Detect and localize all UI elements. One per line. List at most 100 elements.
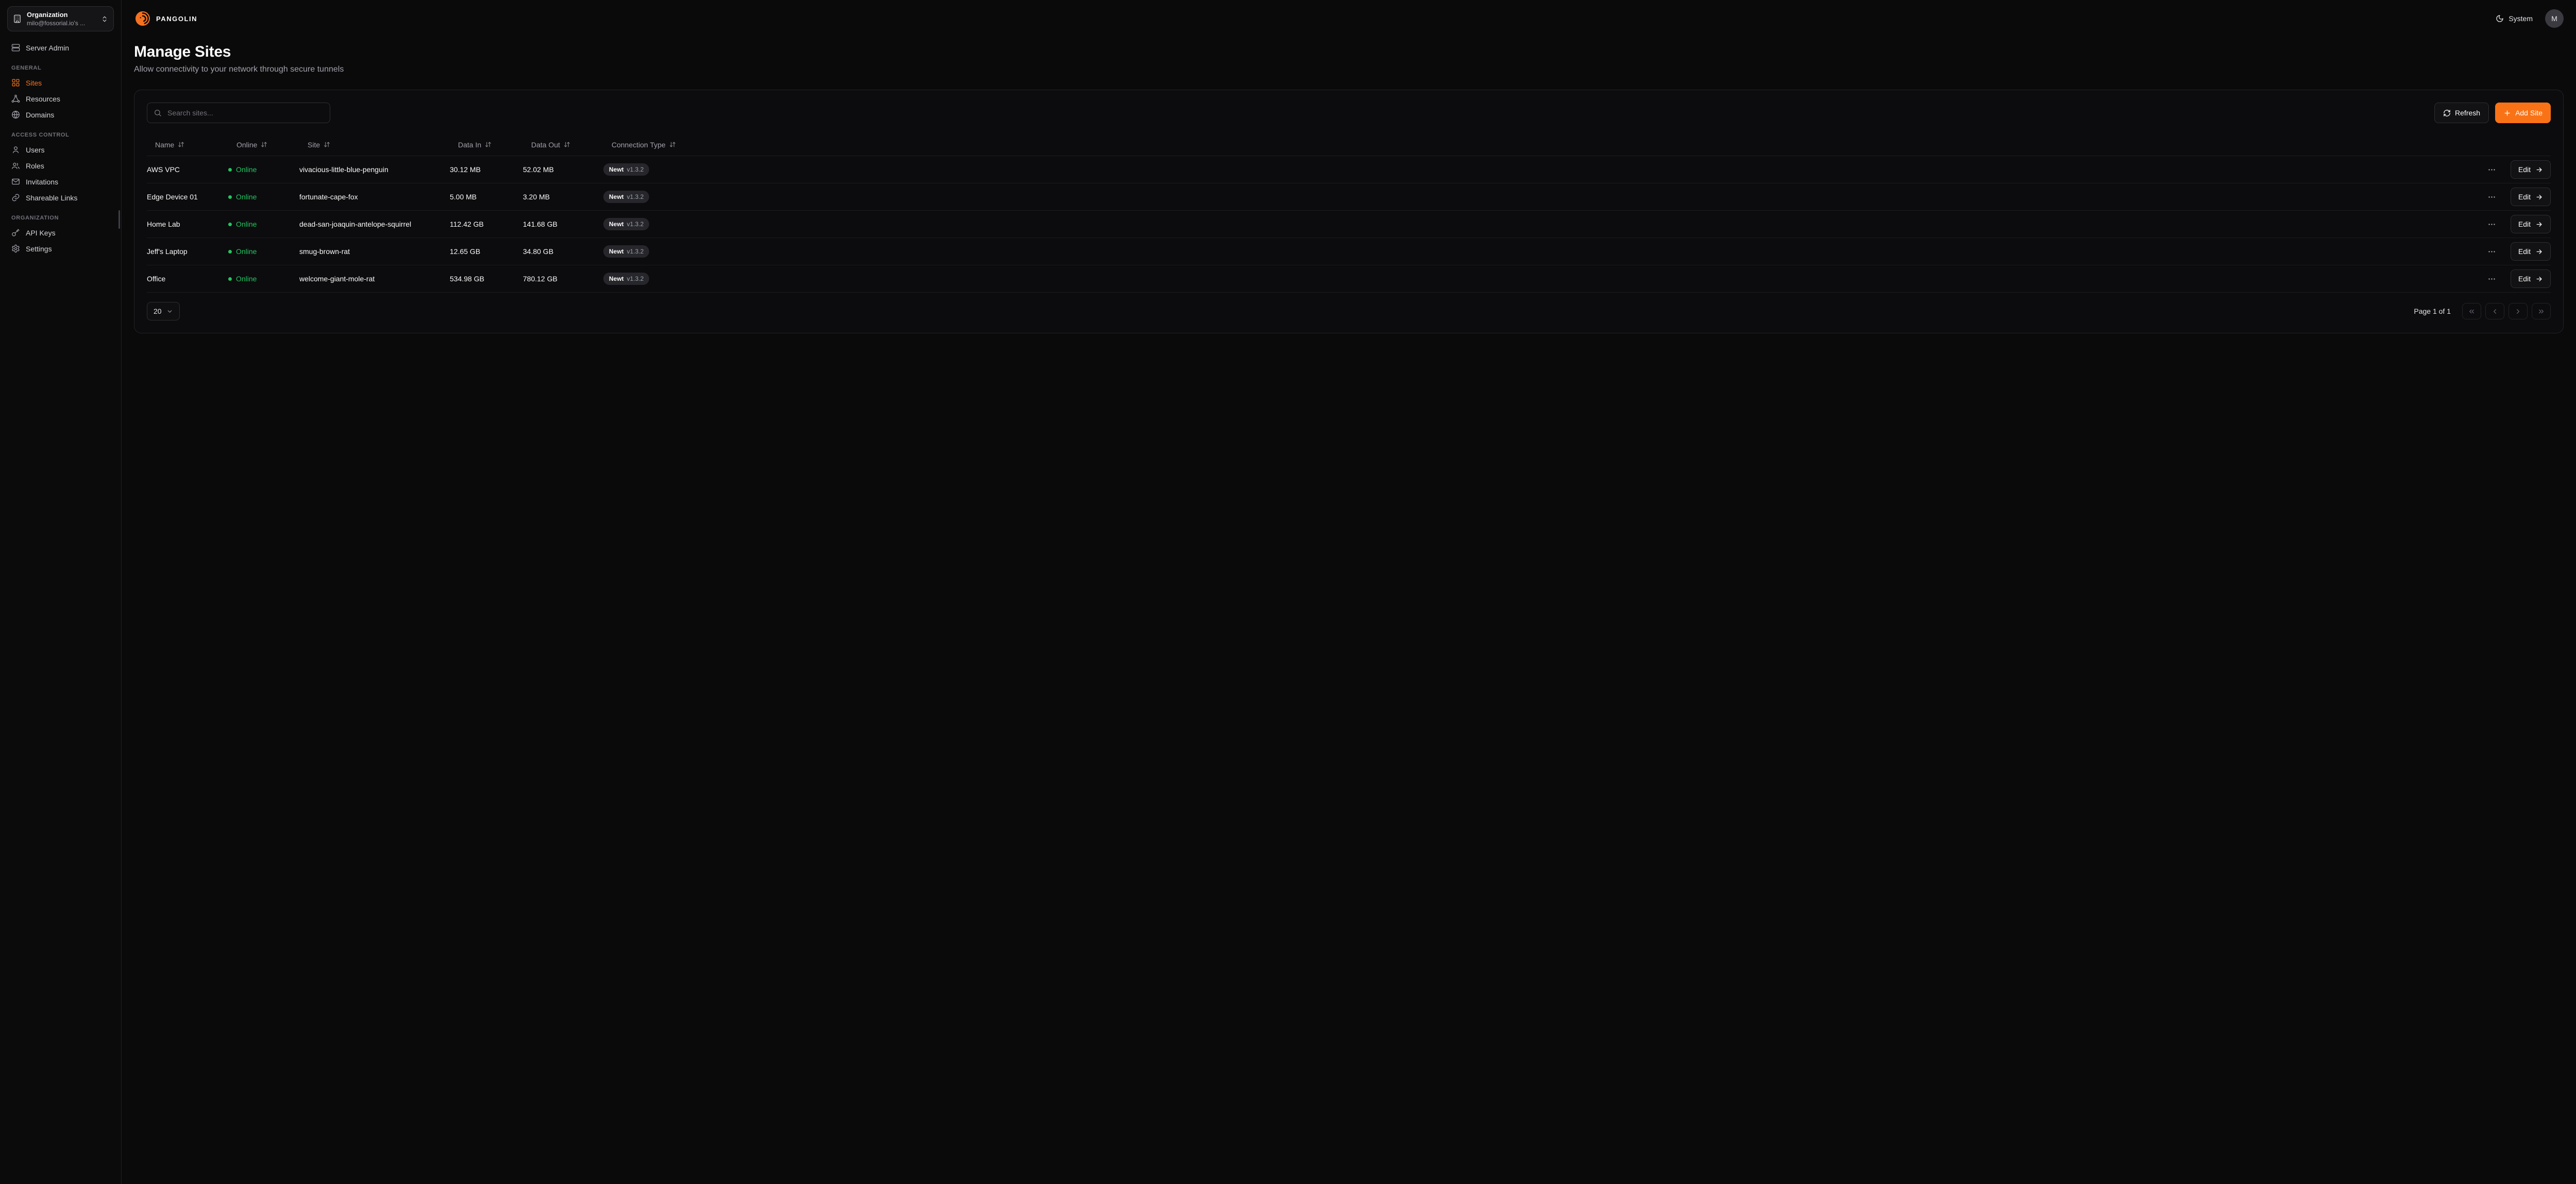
edit-button[interactable]: Edit	[2511, 242, 2551, 261]
connection-version-label: v1.3.2	[627, 166, 644, 173]
first-page-button[interactable]	[2462, 303, 2481, 319]
sidebar-section-general: GENERAL	[11, 65, 110, 71]
previous-page-button[interactable]	[2485, 303, 2504, 319]
pager: Page 1 of 1	[2414, 303, 2551, 319]
sidebar-item-users[interactable]: Users	[7, 142, 114, 158]
site-status-cell: Online	[228, 165, 299, 174]
column-header-data-out[interactable]: Data Out	[523, 141, 603, 149]
theme-toggle[interactable]: System	[2496, 14, 2533, 23]
connection-type-label: Newt	[609, 275, 624, 282]
online-label: Online	[236, 165, 257, 174]
online-dot-icon	[228, 277, 232, 281]
site-status-cell: Online	[228, 220, 299, 228]
org-selector[interactable]: Organization milo@fossorial.io's ...	[7, 6, 114, 31]
site-tunnel-cell: fortunate-cape-fox	[299, 193, 450, 201]
row-menu-button[interactable]	[2485, 245, 2498, 258]
connection-type-cell: Newt v1.3.2	[603, 163, 723, 176]
page-title: Manage Sites	[134, 43, 2564, 61]
connection-version-label: v1.3.2	[627, 193, 644, 200]
sidebar-item-sites[interactable]: Sites	[7, 75, 114, 91]
topbar-right: System M	[2496, 9, 2564, 28]
sidebar-item-server-admin[interactable]: Server Admin	[7, 40, 114, 56]
site-tunnel-cell: welcome-giant-mole-rat	[299, 275, 450, 283]
table-body: AWS VPC Online vivacious-little-blue-pen…	[147, 156, 2551, 293]
connection-type-label: Newt	[609, 166, 624, 173]
data-in-cell: 12.65 GB	[450, 247, 523, 256]
sidebar-item-label: API Keys	[26, 229, 56, 237]
connection-type-label: Newt	[609, 221, 624, 228]
org-subtitle: milo@fossorial.io's ...	[27, 20, 96, 27]
ellipsis-icon	[2487, 220, 2496, 229]
row-menu-button[interactable]	[2485, 218, 2498, 231]
avatar[interactable]: M	[2545, 9, 2564, 28]
chevron-right-icon	[2514, 308, 2522, 315]
sidebar-item-domains[interactable]: Domains	[7, 107, 114, 123]
online-dot-icon	[228, 168, 232, 172]
column-header-label: Name	[155, 141, 174, 149]
sidebar-item-invitations[interactable]: Invitations	[7, 174, 114, 190]
pager-buttons	[2462, 303, 2551, 319]
site-name-cell: Jeff's Laptop	[147, 247, 228, 256]
column-header-data-in[interactable]: Data In	[450, 141, 523, 149]
table-row: Home Lab Online dead-san-joaquin-antelop…	[147, 211, 2551, 238]
column-header-name[interactable]: Name	[147, 141, 228, 149]
sidebar-item-resources[interactable]: Resources	[7, 91, 114, 107]
sidebar-item-settings[interactable]: Settings	[7, 241, 114, 257]
page-info: Page 1 of 1	[2414, 307, 2451, 315]
edit-button[interactable]: Edit	[2511, 160, 2551, 179]
edit-label: Edit	[2518, 193, 2531, 201]
search-input[interactable]	[166, 108, 324, 117]
moon-icon	[2496, 14, 2504, 23]
sidebar-item-api-keys[interactable]: API Keys	[7, 225, 114, 241]
connection-badge: Newt v1.3.2	[603, 273, 649, 285]
edit-button[interactable]: Edit	[2511, 188, 2551, 206]
next-page-button[interactable]	[2509, 303, 2528, 319]
last-page-button[interactable]	[2532, 303, 2551, 319]
data-out-cell: 780.12 GB	[523, 275, 603, 283]
edit-label: Edit	[2518, 247, 2531, 256]
server-icon	[11, 43, 20, 52]
column-header-label: Data In	[458, 141, 481, 149]
sidebar-item-label: Domains	[26, 111, 54, 119]
page-size-select[interactable]: 20	[147, 302, 180, 320]
table-header-row: Name Online Site Data In	[147, 133, 2551, 156]
row-actions: Edit	[723, 215, 2551, 233]
connection-badge: Newt v1.3.2	[603, 191, 649, 203]
edit-button[interactable]: Edit	[2511, 215, 2551, 233]
sort-icon	[669, 141, 676, 148]
online-label: Online	[236, 247, 257, 256]
online-label: Online	[236, 220, 257, 228]
row-menu-button[interactable]	[2485, 163, 2498, 176]
link-icon	[11, 193, 20, 202]
site-name-cell: Home Lab	[147, 220, 228, 228]
plus-icon	[2503, 109, 2511, 117]
ellipsis-icon	[2487, 275, 2496, 283]
edit-button[interactable]: Edit	[2511, 269, 2551, 288]
sites-table: Name Online Site Data In	[147, 133, 2551, 293]
connection-type-label: Newt	[609, 193, 624, 200]
refresh-button[interactable]: Refresh	[2434, 103, 2489, 123]
sidebar-item-label: Sites	[26, 79, 42, 87]
add-site-button[interactable]: Add Site	[2495, 103, 2551, 123]
brand-link[interactable]: PANGOLIN	[134, 10, 197, 27]
sidebar-item-shareable-links[interactable]: Shareable Links	[7, 190, 114, 206]
roles-icon	[11, 161, 20, 170]
sidebar-section-access-control: ACCESS CONTROL	[11, 132, 110, 138]
row-menu-button[interactable]	[2485, 273, 2498, 285]
online-dot-icon	[228, 195, 232, 199]
sidebar-item-roles[interactable]: Roles	[7, 158, 114, 174]
row-menu-button[interactable]	[2485, 191, 2498, 204]
sites-toolbar: Refresh Add Site	[147, 103, 2551, 123]
site-tunnel-cell: smug-brown-rat	[299, 247, 450, 256]
column-header-site[interactable]: Site	[299, 141, 450, 149]
connection-version-label: v1.3.2	[627, 248, 644, 255]
data-in-cell: 5.00 MB	[450, 193, 523, 201]
online-status: Online	[228, 193, 293, 201]
column-header-connection-type[interactable]: Connection Type	[603, 141, 723, 149]
row-actions: Edit	[723, 188, 2551, 206]
sidebar-scrollbar-thumb[interactable]	[118, 210, 120, 229]
sites-card: Refresh Add Site Name Online	[134, 90, 2564, 333]
sidebar-item-label: Users	[26, 146, 45, 154]
column-header-online[interactable]: Online	[228, 141, 299, 149]
table-row: Jeff's Laptop Online smug-brown-rat 12.6…	[147, 238, 2551, 265]
